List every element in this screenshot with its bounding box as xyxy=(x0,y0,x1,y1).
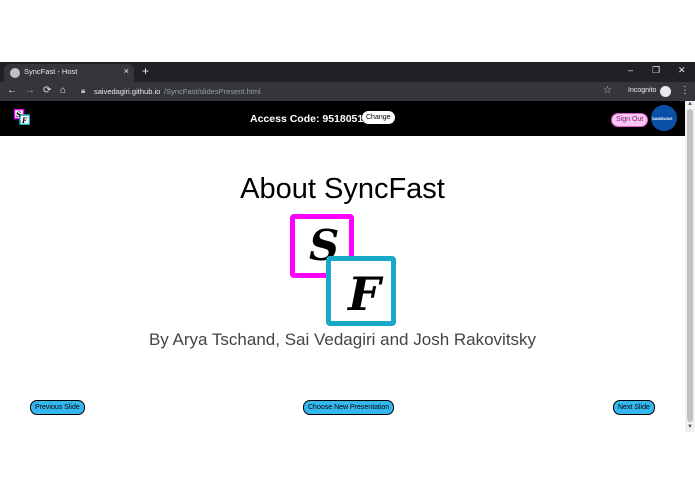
new-tab-icon[interactable]: + xyxy=(142,64,149,78)
next-slide-button[interactable]: Next Slide xyxy=(613,400,655,415)
top-margin xyxy=(0,0,695,62)
url-path: /SyncFast/slidesPresent.html xyxy=(164,87,261,96)
syncfast-logo: S F xyxy=(290,214,396,326)
svg-text:S: S xyxy=(16,110,21,119)
logo-letter-f: F xyxy=(348,267,381,321)
syncfast-logo-icon[interactable]: S F xyxy=(14,109,30,125)
change-code-button[interactable]: Change xyxy=(362,111,395,124)
home-icon[interactable]: ⌂ xyxy=(60,85,66,96)
browser-window: SyncFast - Host × + – ❐ ✕ ← → ⟳ ⌂ 🔒︎ sai… xyxy=(0,62,695,432)
tab-title: SyncFast - Host xyxy=(24,67,78,76)
reload-icon[interactable]: ⟳ xyxy=(43,85,51,96)
forward-icon[interactable]: → xyxy=(25,85,35,96)
app-header: S F Access Code: 9518051 Change Sign Out… xyxy=(0,101,685,136)
scroll-down-icon[interactable]: ▼ xyxy=(687,424,693,430)
browser-tab[interactable]: SyncFast - Host × xyxy=(4,64,134,82)
logo-square-cyan: F xyxy=(326,256,396,326)
incognito-icon[interactable] xyxy=(660,86,671,97)
choose-presentation-button[interactable]: Choose New Presentation xyxy=(303,400,395,415)
address-bar[interactable]: 🔒︎ saivedagiri.github.io /SyncFast/slide… xyxy=(78,84,618,99)
slide-subtitle: By Arya Tschand, Sai Vedagiri and Josh R… xyxy=(148,330,537,349)
page-scrollbar[interactable]: ▲ ▼ xyxy=(685,101,695,432)
incognito-label: Incognito xyxy=(628,87,657,94)
tab-close-icon[interactable]: × xyxy=(124,66,129,76)
url-host: saivedagiri.github.io xyxy=(94,87,161,96)
tab-bar: SyncFast - Host × + – ❐ ✕ xyxy=(0,62,695,82)
browser-menu-icon[interactable]: ⋮ xyxy=(680,85,690,96)
avatar-text: SAMSUNG xyxy=(652,116,673,121)
scroll-up-icon[interactable]: ▲ xyxy=(687,101,693,107)
back-icon[interactable]: ← xyxy=(7,85,17,96)
svg-text:F: F xyxy=(21,116,28,125)
sign-out-button[interactable]: Sign Out xyxy=(611,113,649,127)
globe-icon xyxy=(10,68,20,78)
previous-slide-button[interactable]: Previous Slide xyxy=(30,400,85,415)
access-code: Access Code: 9518051 xyxy=(250,113,364,125)
lock-icon: 🔒︎ xyxy=(81,86,86,95)
browser-toolbar: ← → ⟳ ⌂ 🔒︎ saivedagiri.github.io /SyncFa… xyxy=(0,82,695,101)
avatar[interactable]: SAMSUNG xyxy=(651,105,677,131)
slide-title: About SyncFast xyxy=(240,173,445,205)
scrollbar-thumb[interactable] xyxy=(687,109,693,422)
restore-icon[interactable]: ❐ xyxy=(652,65,660,76)
minimize-icon[interactable]: – xyxy=(628,65,633,75)
window-close-icon[interactable]: ✕ xyxy=(678,65,686,76)
bottom-margin xyxy=(0,432,695,494)
bookmark-star-icon[interactable]: ☆ xyxy=(603,85,612,96)
